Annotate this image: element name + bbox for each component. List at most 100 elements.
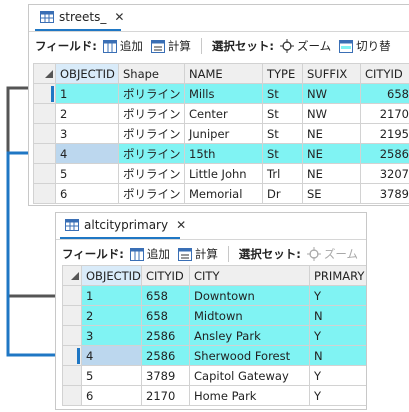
cell-cityid[interactable]: 658	[360, 83, 409, 104]
table-row[interactable]: 6 ポリライン Memorial Dr SE 3789	[33, 183, 409, 204]
table-row[interactable]: 5 ポリライン Little John Trl NE 3207	[33, 163, 409, 184]
column-header-primary[interactable]: PRIMARY	[309, 265, 366, 286]
cell-shape[interactable]: ポリライン	[118, 163, 185, 184]
zoom-selection-button[interactable]: ズーム	[306, 246, 358, 262]
cell-name[interactable]: 15th	[184, 143, 263, 164]
table-row[interactable]: 1 ポリライン Mills St NW 658	[33, 83, 409, 104]
table-row[interactable]: 6 2170 Home Park Y	[62, 385, 366, 406]
cell-cityid[interactable]: 2586	[141, 325, 190, 346]
cell-cityid[interactable]: 2170	[141, 385, 190, 406]
tab-streets[interactable]: streets_ ✕	[35, 5, 124, 31]
table-row[interactable]: 4 ポリライン 15th St NE 2586	[33, 143, 409, 164]
calculate-field-button[interactable]: 計算	[150, 38, 191, 54]
cell-primary[interactable]: Y	[309, 385, 366, 406]
add-field-button[interactable]: 追加	[102, 38, 143, 54]
cell-suffix[interactable]: NE	[302, 123, 361, 144]
cell-city[interactable]: Midtown	[189, 305, 310, 326]
cell-type[interactable]: St	[262, 83, 303, 104]
cell-cityid[interactable]: 3789	[360, 183, 409, 204]
cell-objectid[interactable]: 2	[81, 305, 142, 326]
column-header-shape[interactable]: Shape	[118, 63, 185, 84]
cell-type[interactable]: St	[262, 103, 303, 124]
cell-suffix[interactable]: NW	[302, 83, 361, 104]
cell-objectid[interactable]: 5	[81, 365, 142, 386]
cell-name[interactable]: Memorial	[184, 183, 263, 204]
add-field-button[interactable]: 追加	[129, 246, 170, 262]
column-header-suffix[interactable]: SUFFIX	[302, 63, 361, 84]
zoom-selection-button[interactable]: ズーム	[279, 38, 331, 54]
row-header[interactable]	[62, 385, 82, 406]
table-row[interactable]: 3 ポリライン Juniper St NE 2195	[33, 123, 409, 144]
row-header[interactable]	[33, 143, 56, 164]
cell-cityid[interactable]: 2586	[360, 143, 409, 164]
cell-objectid[interactable]: 1	[55, 83, 119, 104]
cell-type[interactable]: Dr	[262, 183, 303, 204]
cell-primary[interactable]: Y	[309, 325, 366, 346]
sort-triangle-cell[interactable]	[62, 265, 82, 286]
close-icon[interactable]: ✕	[114, 10, 124, 24]
row-header[interactable]	[33, 183, 56, 204]
cell-type[interactable]: Trl	[262, 163, 303, 184]
row-header[interactable]	[62, 285, 82, 306]
cell-objectid[interactable]: 6	[81, 385, 142, 406]
cell-suffix[interactable]: NE	[302, 143, 361, 164]
cell-shape[interactable]: ポリライン	[118, 83, 185, 104]
calculate-field-button[interactable]: 計算	[177, 246, 218, 262]
cell-city[interactable]: Capitol Gateway	[189, 365, 310, 386]
sort-triangle-cell[interactable]	[33, 63, 56, 84]
cell-suffix[interactable]: NW	[302, 103, 361, 124]
cell-type[interactable]: St	[262, 143, 303, 164]
cell-name[interactable]: Juniper	[184, 123, 263, 144]
table-row[interactable]: 1 658 Downtown Y	[62, 285, 366, 306]
cell-name[interactable]: Center	[184, 103, 263, 124]
column-header-cityid[interactable]: CITYID	[360, 63, 409, 84]
cell-primary[interactable]: Y	[309, 285, 366, 306]
column-header-type[interactable]: TYPE	[262, 63, 303, 84]
close-icon[interactable]: ✕	[176, 218, 186, 232]
cell-city[interactable]: Sherwood Forest	[189, 345, 310, 366]
column-header-objectid[interactable]: OBJECTID	[81, 265, 142, 286]
cell-shape[interactable]: ポリライン	[118, 123, 185, 144]
cell-objectid[interactable]: 1	[81, 285, 142, 306]
row-header[interactable]	[33, 123, 56, 144]
cell-cityid[interactable]: 2195	[360, 123, 409, 144]
cell-objectid[interactable]: 4	[81, 345, 142, 366]
table-row[interactable]: 2 658 Midtown N	[62, 305, 366, 326]
cell-shape[interactable]: ポリライン	[118, 183, 185, 204]
cell-cityid[interactable]: 658	[141, 285, 190, 306]
table-row[interactable]: 4 2586 Sherwood Forest N	[62, 345, 366, 366]
cell-cityid[interactable]: 658	[141, 305, 190, 326]
cell-objectid[interactable]: 2	[55, 103, 119, 124]
cell-primary[interactable]: N	[309, 305, 366, 326]
cell-primary[interactable]: Y	[309, 365, 366, 386]
row-header[interactable]	[62, 345, 82, 366]
cell-type[interactable]: St	[262, 123, 303, 144]
cell-primary[interactable]: N	[309, 345, 366, 366]
cell-shape[interactable]: ポリライン	[118, 143, 185, 164]
cell-shape[interactable]: ポリライン	[118, 103, 185, 124]
table-row[interactable]: 5 3789 Capitol Gateway Y	[62, 365, 366, 386]
cell-suffix[interactable]: SE	[302, 183, 361, 204]
cell-objectid[interactable]: 6	[55, 183, 119, 204]
cell-city[interactable]: Ansley Park	[189, 325, 310, 346]
row-header[interactable]	[33, 163, 56, 184]
column-header-name[interactable]: NAME	[184, 63, 263, 84]
cell-city[interactable]: Home Park	[189, 385, 310, 406]
cell-cityid[interactable]: 3789	[141, 365, 190, 386]
cell-suffix[interactable]: NE	[302, 163, 361, 184]
cell-objectid[interactable]: 5	[55, 163, 119, 184]
column-header-cityid[interactable]: CITYID	[141, 265, 190, 286]
cell-cityid[interactable]: 2586	[141, 345, 190, 366]
row-header[interactable]	[62, 305, 82, 326]
row-header[interactable]	[33, 103, 56, 124]
switch-selection-button[interactable]: 切り替	[339, 38, 391, 54]
cell-objectid[interactable]: 4	[55, 143, 119, 164]
column-header-objectid[interactable]: OBJECTID	[55, 63, 119, 84]
column-header-city[interactable]: CITY	[189, 265, 310, 286]
table-row[interactable]: 2 ポリライン Center St NW 2170	[33, 103, 409, 124]
cell-cityid[interactable]: 2170	[360, 103, 409, 124]
cell-cityid[interactable]: 3207	[360, 163, 409, 184]
table-row[interactable]: 3 2586 Ansley Park Y	[62, 325, 366, 346]
row-header[interactable]	[33, 83, 56, 104]
cell-objectid[interactable]: 3	[55, 123, 119, 144]
